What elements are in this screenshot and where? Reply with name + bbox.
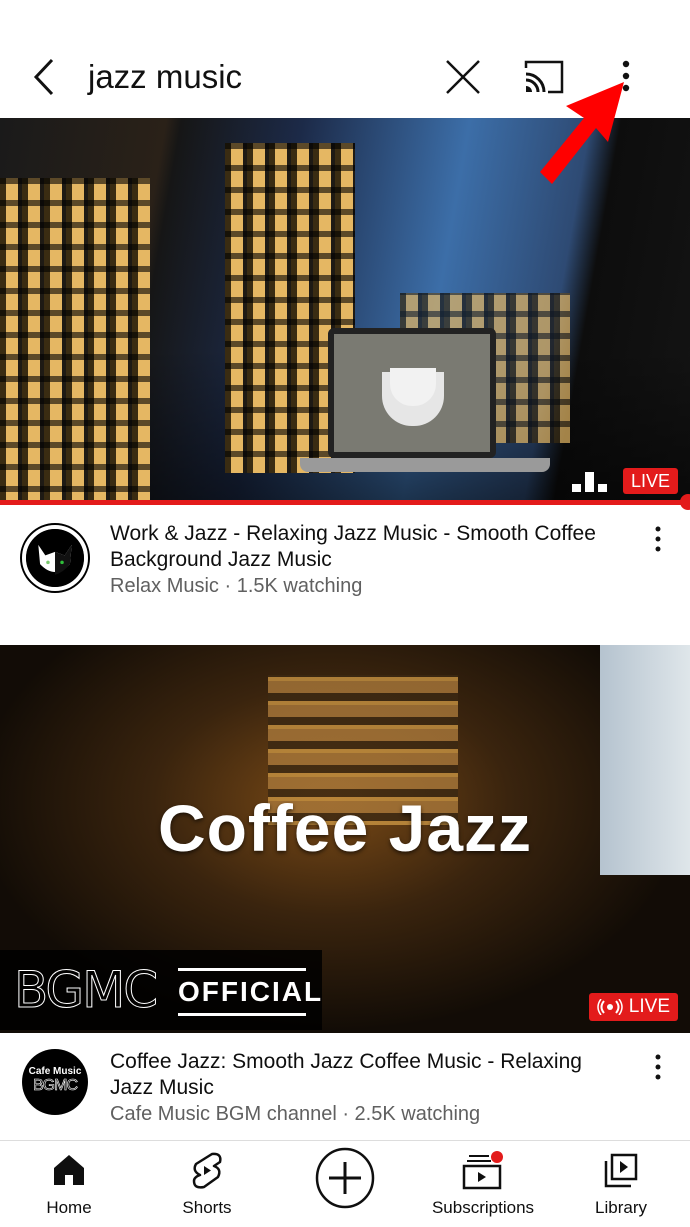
channel-name[interactable]: Relax Music <box>110 575 219 597</box>
cast-button[interactable] <box>522 60 566 96</box>
nav-label: Home <box>46 1198 92 1217</box>
channel-name[interactable]: Cafe Music BGM channel <box>110 1103 337 1125</box>
official-tag: OFFICIAL <box>178 968 321 1016</box>
viewer-count: 2.5K watching <box>354 1103 481 1125</box>
bottom-nav: Home Shorts Subscriptions Library <box>0 1141 690 1227</box>
close-icon <box>446 60 480 94</box>
video-title[interactable]: Coffee Jazz: Smooth Jazz Coffee Music - … <box>110 1049 630 1101</box>
viewer-count: 1.5K watching <box>236 575 363 597</box>
more-vert-icon <box>655 526 661 552</box>
nav-label: Subscriptions <box>431 1198 535 1217</box>
video-title[interactable]: Work & Jazz - Relaxing Jazz Music - Smoo… <box>110 521 630 573</box>
subscriptions-icon <box>462 1151 503 1190</box>
channel-avatar[interactable]: Cafe Music BGMC <box>22 1049 88 1115</box>
nav-label: Shorts <box>182 1198 232 1217</box>
library-icon <box>604 1153 638 1188</box>
search-header: jazz music <box>0 0 690 118</box>
nav-item-create[interactable] <box>276 1141 414 1227</box>
notification-dot <box>491 1151 503 1163</box>
nav-item-library[interactable]: Library <box>552 1141 690 1227</box>
video-more-button[interactable] <box>648 1053 668 1081</box>
channel-avatar[interactable] <box>22 525 88 591</box>
create-plus-icon <box>315 1147 375 1209</box>
live-broadcast-icon <box>597 999 623 1015</box>
video-thumbnail-2[interactable]: Coffee Jazz BGMC OFFICIAL LIVE <box>0 645 690 1033</box>
avatar-text-bottom: BGMC <box>33 1077 79 1095</box>
more-vert-icon <box>622 60 630 92</box>
audio-bars-icon <box>572 472 608 492</box>
chevron-left-icon <box>33 58 54 96</box>
home-icon <box>54 1155 84 1185</box>
clear-search-button[interactable] <box>444 58 482 96</box>
more-options-button[interactable] <box>612 58 640 98</box>
bgmc-logo-text: BGMC <box>13 961 158 1019</box>
video-subtitle: Cafe Music BGM channel · 2.5K watching <box>110 1103 480 1126</box>
thumbnail-building <box>0 178 150 504</box>
nav-item-shorts[interactable]: Shorts <box>138 1141 276 1227</box>
nav-label: Library <box>595 1198 647 1217</box>
live-badge: LIVE <box>622 468 678 494</box>
live-badge: LIVE <box>588 993 678 1021</box>
nav-item-subscriptions[interactable]: Subscriptions <box>414 1141 552 1227</box>
cast-icon <box>524 60 564 94</box>
shorts-icon <box>192 1152 222 1189</box>
thumbnail-title: Coffee Jazz <box>157 791 533 865</box>
live-badge-label: LIVE <box>628 996 670 1017</box>
separator: · <box>218 575 237 597</box>
nav-item-home[interactable]: Home <box>0 1141 138 1227</box>
search-query[interactable]: jazz music <box>88 56 242 98</box>
bgmc-official-logo: BGMC OFFICIAL <box>0 950 322 1030</box>
more-vert-icon <box>655 1054 661 1080</box>
back-button[interactable] <box>28 56 60 98</box>
avatar-text-top: Cafe Music <box>28 1066 82 1077</box>
video-meta-1: Work & Jazz - Relaxing Jazz Music - Smoo… <box>0 505 690 625</box>
separator: · <box>336 1103 355 1125</box>
video-meta-2: Cafe Music BGMC Coffee Jazz: Smooth Jazz… <box>0 1033 690 1153</box>
video-thumbnail-1[interactable]: LIVE <box>0 118 690 504</box>
video-more-button[interactable] <box>648 525 668 553</box>
video-subtitle: Relax Music · 1.5K watching <box>110 575 362 598</box>
thumbnail-laptop-base <box>300 458 550 472</box>
